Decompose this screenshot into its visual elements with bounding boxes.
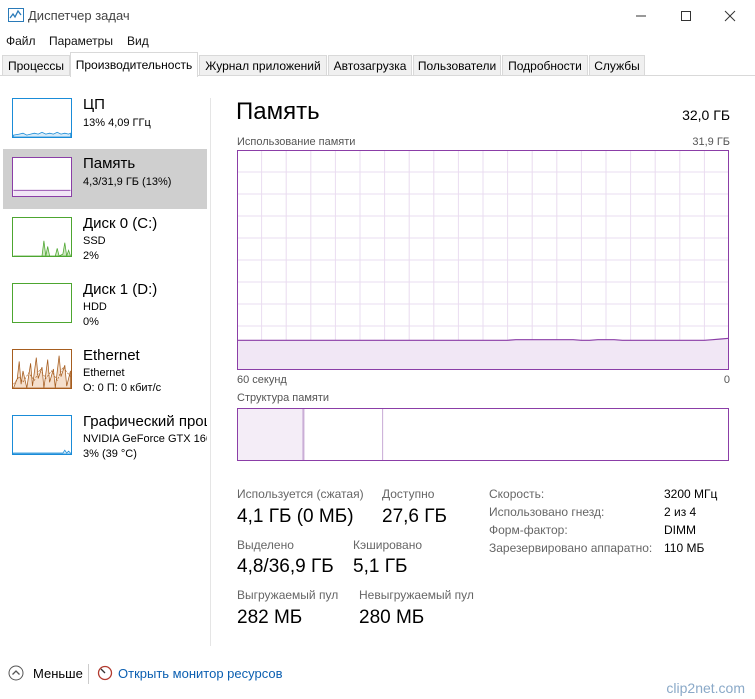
resource-monitor-icon[interactable] [97,665,113,681]
memory-total: 32,0 ГБ [682,107,730,123]
sidebar-item-memory[interactable]: Память 4,3/31,9 ГБ (13%) [3,149,207,209]
sidebar-item-title: Память [83,155,136,172]
tab-details[interactable]: Подробности [502,55,588,76]
disk1-thumbnail-graph [12,283,72,323]
sidebar-divider [210,98,211,646]
paged-pool-value: 282 МБ [237,607,303,628]
task-manager-icon [8,8,24,22]
slots-value: 2 из 4 [664,505,697,519]
available-value: 27,6 ГБ [382,506,448,527]
minimize-icon [636,15,646,17]
sidebar-item-title: Графический процессор 0 [83,413,207,430]
form-factor-value: DIMM [664,523,696,537]
chart-max-label: 31,9 ГБ [692,136,730,148]
hardware-reserved-value: 110 МБ [664,541,705,555]
window-title: Диспетчер задач [28,8,130,23]
sidebar-item-detail: 4,3/31,9 ГБ (13%) [83,176,172,188]
composition-in-use-segment [237,408,303,461]
memory-usage-area [237,338,729,370]
hardware-reserved-label: Зарезервировано аппаратно: [489,541,653,555]
watermark: clip2net.com [666,680,745,696]
memory-composition-bar [237,408,729,461]
minimize-button[interactable] [618,0,664,30]
close-icon [724,10,736,22]
sidebar-item-title: Диск 1 (D:) [83,281,158,298]
tab-users[interactable]: Пользователи [413,55,501,76]
speed-label: Скорость: [489,487,545,501]
cached-value: 5,1 ГБ [353,556,408,577]
composition-standby-segment [303,408,383,461]
close-button[interactable] [707,0,753,30]
nonpaged-pool-label: Невыгружаемый пул [359,588,474,602]
sidebar-item-detail: NVIDIA GeForce GTX 1660 [83,433,207,445]
cpu-thumbnail-graph [12,98,72,138]
fewer-details-button[interactable]: Меньше [33,666,83,681]
composition-free-segment [382,408,729,461]
sidebar-item-detail: 13% 4,09 ГГц [83,117,151,129]
available-label: Доступно [382,487,435,501]
nonpaged-pool-value: 280 МБ [359,607,425,628]
sidebar-item-detail: HDD [83,301,107,313]
menu-file[interactable]: Файл [6,34,36,48]
menu-options[interactable]: Параметры [49,34,113,48]
memory-thumbnail-graph [12,157,72,197]
title-bar: Диспетчер задач [0,0,755,30]
tab-services[interactable]: Службы [589,55,645,76]
in-use-label: Используется (сжатая) [237,487,364,501]
tab-app-history[interactable]: Журнал приложений [199,55,327,76]
maximize-button[interactable] [663,0,709,30]
cached-label: Кэшировано [353,538,423,552]
page-title: Память [236,98,320,125]
chart-axis-end: 0 [723,374,730,386]
sidebar-item-usage: 3% (39 °C) [83,448,137,460]
gpu-thumbnail-graph [12,415,72,455]
sidebar-item-disk1[interactable]: Диск 1 (D:) HDD 0% [3,275,207,335]
disk0-thumbnail-graph [12,217,72,257]
tab-bar: Процессы Производительность Журнал прило… [0,52,755,77]
tab-startup[interactable]: Автозагрузка [328,55,412,76]
footer-divider [88,664,89,684]
speed-value: 3200 МГц [664,487,718,501]
sidebar-item-title: ЦП [83,96,105,113]
ethernet-thumbnail-graph [12,349,72,389]
sidebar-item-disk0[interactable]: Диск 0 (C:) SSD 2% [3,209,207,269]
sidebar-item-detail: SSD [83,235,106,247]
sidebar-item-usage: О: 0 П: 0 кбит/с [83,382,162,394]
memory-usage-chart [237,150,729,370]
sidebar-item-title: Диск 0 (C:) [83,215,158,232]
open-resource-monitor-link[interactable]: Открыть монитор ресурсов [118,666,282,681]
sidebar-item-ethernet[interactable]: Ethernet Ethernet О: 0 П: 0 кбит/с [3,341,207,401]
form-factor-label: Форм-фактор: [489,523,568,537]
footer-bar: Меньше Открыть монитор ресурсов [0,660,755,690]
sidebar-item-gpu[interactable]: Графический процессор 0 NVIDIA GeForce G… [3,407,207,467]
chart-label: Использование памяти [237,136,356,148]
committed-value: 4,8/36,9 ГБ [237,556,334,577]
composition-label: Структура памяти [237,392,330,404]
menu-view[interactable]: Вид [127,34,149,48]
committed-label: Выделено [237,538,294,552]
maximize-icon [681,11,691,22]
chart-axis-start: 60 секунд [237,374,287,386]
sidebar-item-title: Ethernet [83,347,140,364]
slots-label: Использовано гнезд: [489,505,605,519]
sidebar-item-usage: 2% [83,250,99,262]
in-use-value: 4,1 ГБ (0 МБ) [237,506,354,527]
tab-processes[interactable]: Процессы [2,55,70,76]
sidebar-item-detail: Ethernet [83,367,125,379]
sidebar-item-usage: 0% [83,316,99,328]
chevron-up-icon[interactable] [8,665,24,681]
paged-pool-label: Выгружаемый пул [237,588,339,602]
tab-performance[interactable]: Производительность [70,52,198,77]
sidebar-item-cpu[interactable]: ЦП 13% 4,09 ГГц [3,90,207,150]
